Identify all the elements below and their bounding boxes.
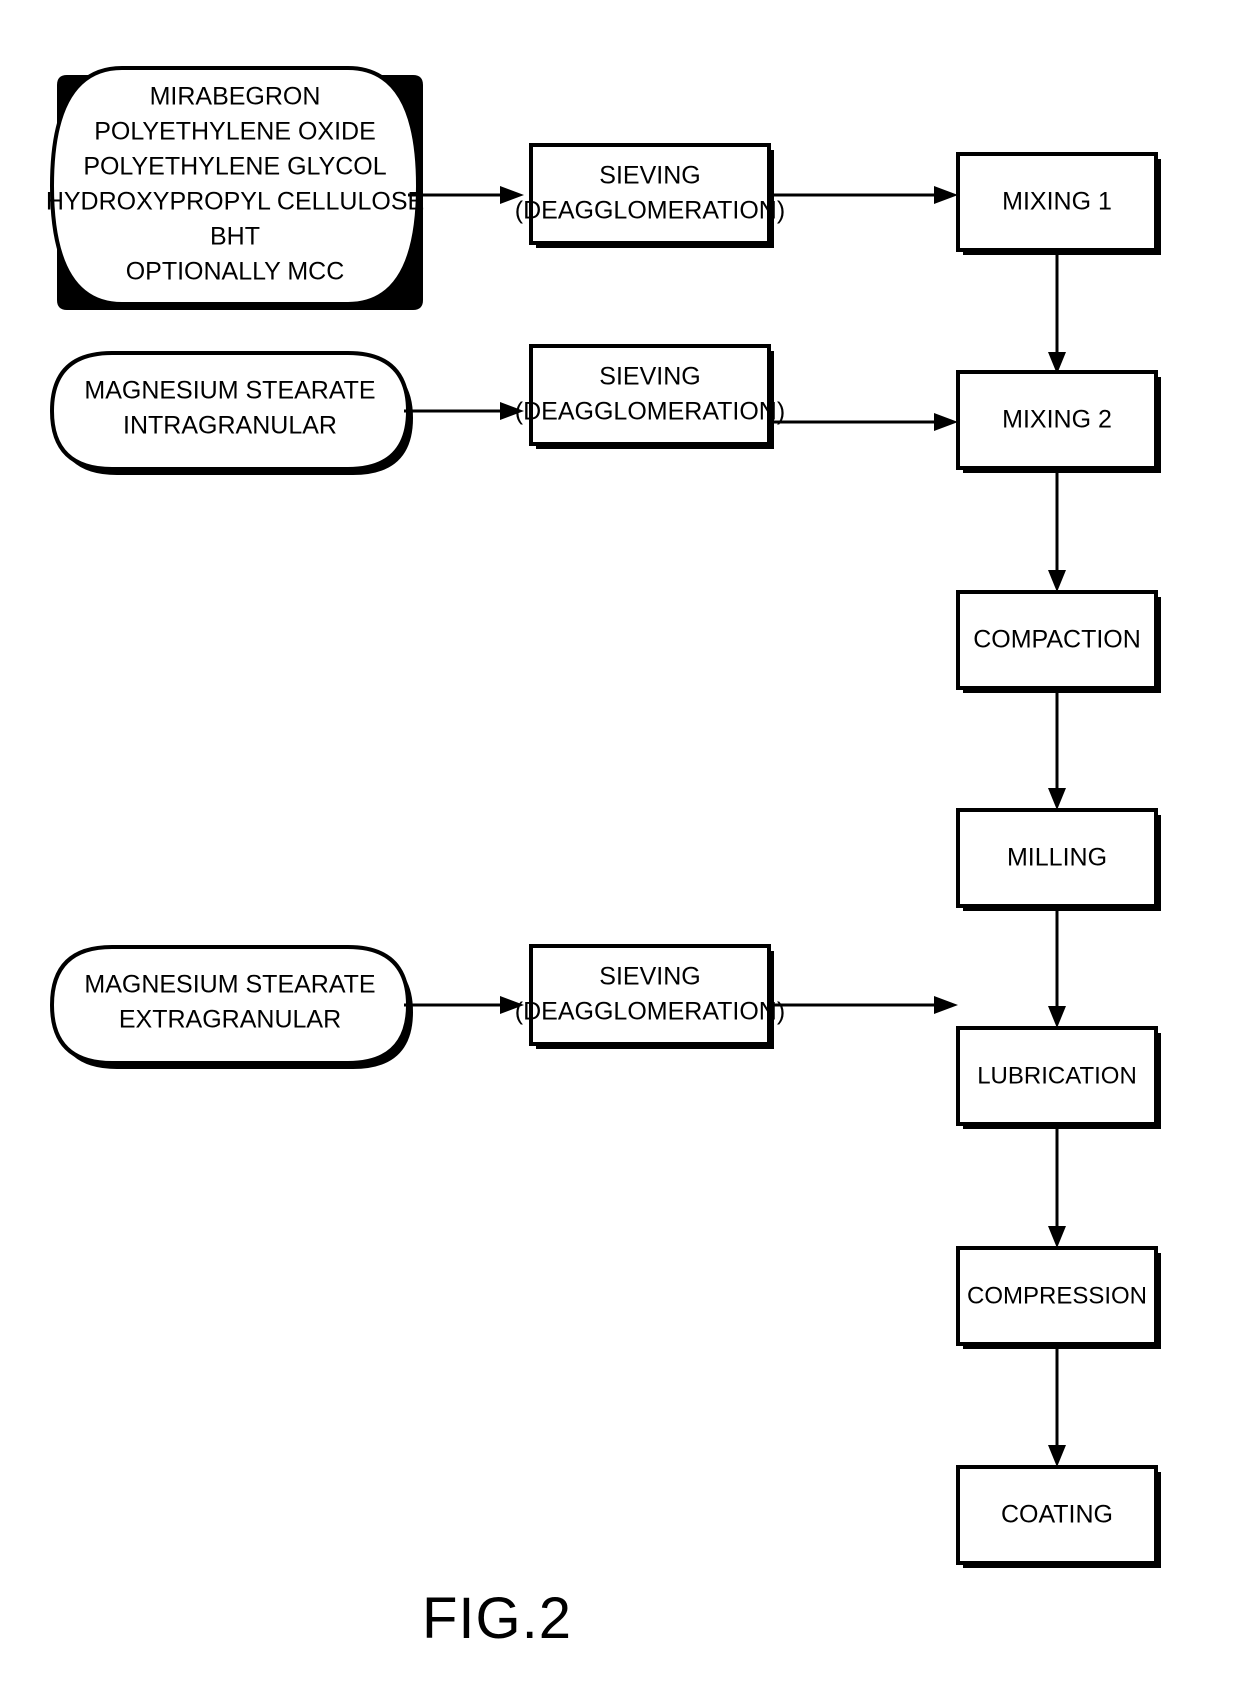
arrow-lubrication-to-compression bbox=[1048, 1124, 1066, 1248]
figure-container: MIRABEGRON POLYETHYLENE OXIDE POLYETHYLE… bbox=[0, 0, 1240, 1705]
arrow-mgintra-to-sieving2 bbox=[404, 402, 524, 420]
arrow-sieving1-to-mixing1 bbox=[774, 186, 958, 204]
node-mg-stearate-extragranular: MAGNESIUM STEARATE EXTRAGRANULAR bbox=[49, 945, 413, 1069]
ingredients-line-5: BHT bbox=[210, 223, 260, 251]
lubrication-label: LUBRICATION bbox=[977, 1062, 1137, 1089]
sieving3-line-1: SIEVING bbox=[599, 963, 700, 991]
sieving2-line-1: SIEVING bbox=[599, 363, 700, 391]
ingredients-line-4: HYDROXYPROPYL CELLULOSE bbox=[46, 188, 424, 216]
arrow-compression-to-coating bbox=[1048, 1344, 1066, 1467]
arrow-milling-to-lubrication bbox=[1048, 906, 1066, 1028]
mg-extra-line-1: MAGNESIUM STEARATE bbox=[84, 971, 375, 999]
mixing2-label: MIXING 2 bbox=[1002, 406, 1112, 434]
compaction-label: COMPACTION bbox=[973, 626, 1141, 654]
ingredients-line-2: POLYETHYLENE OXIDE bbox=[94, 118, 376, 146]
node-lubrication: LUBRICATION bbox=[956, 1026, 1161, 1129]
arrow-mgextra-to-sieving3 bbox=[404, 996, 524, 1014]
node-mg-stearate-intragranular: MAGNESIUM STEARATE INTRAGRANULAR bbox=[49, 351, 413, 475]
sieving1-line-1: SIEVING bbox=[599, 162, 700, 190]
node-sieving-1: SIEVING (DEAGGLOMERATION) bbox=[515, 143, 785, 248]
arrow-sieving2-to-mixing2 bbox=[774, 413, 958, 431]
node-mixing-1: MIXING 1 bbox=[956, 152, 1161, 255]
mg-extra-line-2: EXTRAGRANULAR bbox=[119, 1006, 341, 1034]
milling-label: MILLING bbox=[1007, 844, 1107, 872]
compression-label: COMPRESSION bbox=[967, 1282, 1147, 1309]
process-flowchart: MIRABEGRON POLYETHYLENE OXIDE POLYETHYLE… bbox=[46, 66, 1161, 1651]
arrow-ingredients-to-sieving1 bbox=[408, 186, 524, 204]
arrow-mixing1-to-mixing2 bbox=[1048, 250, 1066, 374]
node-sieving-3: SIEVING (DEAGGLOMERATION) bbox=[515, 944, 785, 1049]
mg-intra-line-2: INTRAGRANULAR bbox=[123, 412, 337, 440]
sieving3-line-2: (DEAGGLOMERATION) bbox=[515, 998, 785, 1026]
arrow-mixing2-to-compaction bbox=[1048, 468, 1066, 592]
arrow-sieving3-to-lubrication bbox=[774, 996, 958, 1014]
node-mixing-2: MIXING 2 bbox=[956, 370, 1161, 473]
figure-caption: FIG.2 bbox=[422, 1586, 572, 1651]
node-compaction: COMPACTION bbox=[956, 590, 1161, 693]
node-sieving-2: SIEVING (DEAGGLOMERATION) bbox=[515, 344, 785, 449]
node-compression: COMPRESSION bbox=[956, 1246, 1161, 1349]
node-ingredients-main: MIRABEGRON POLYETHYLENE OXIDE POLYETHYLE… bbox=[46, 66, 424, 310]
node-coating: COATING bbox=[956, 1465, 1161, 1568]
sieving1-line-2: (DEAGGLOMERATION) bbox=[515, 197, 785, 225]
ingredients-line-3: POLYETHYLENE GLYCOL bbox=[83, 153, 386, 181]
coating-label: COATING bbox=[1001, 1501, 1113, 1529]
mg-intra-line-1: MAGNESIUM STEARATE bbox=[84, 377, 375, 405]
ingredients-line-6: OPTIONALLY MCC bbox=[126, 258, 345, 286]
arrow-compaction-to-milling bbox=[1048, 688, 1066, 810]
mixing1-label: MIXING 1 bbox=[1002, 188, 1112, 216]
node-milling: MILLING bbox=[956, 808, 1161, 911]
sieving2-line-2: (DEAGGLOMERATION) bbox=[515, 398, 785, 426]
ingredients-line-1: MIRABEGRON bbox=[150, 83, 321, 111]
